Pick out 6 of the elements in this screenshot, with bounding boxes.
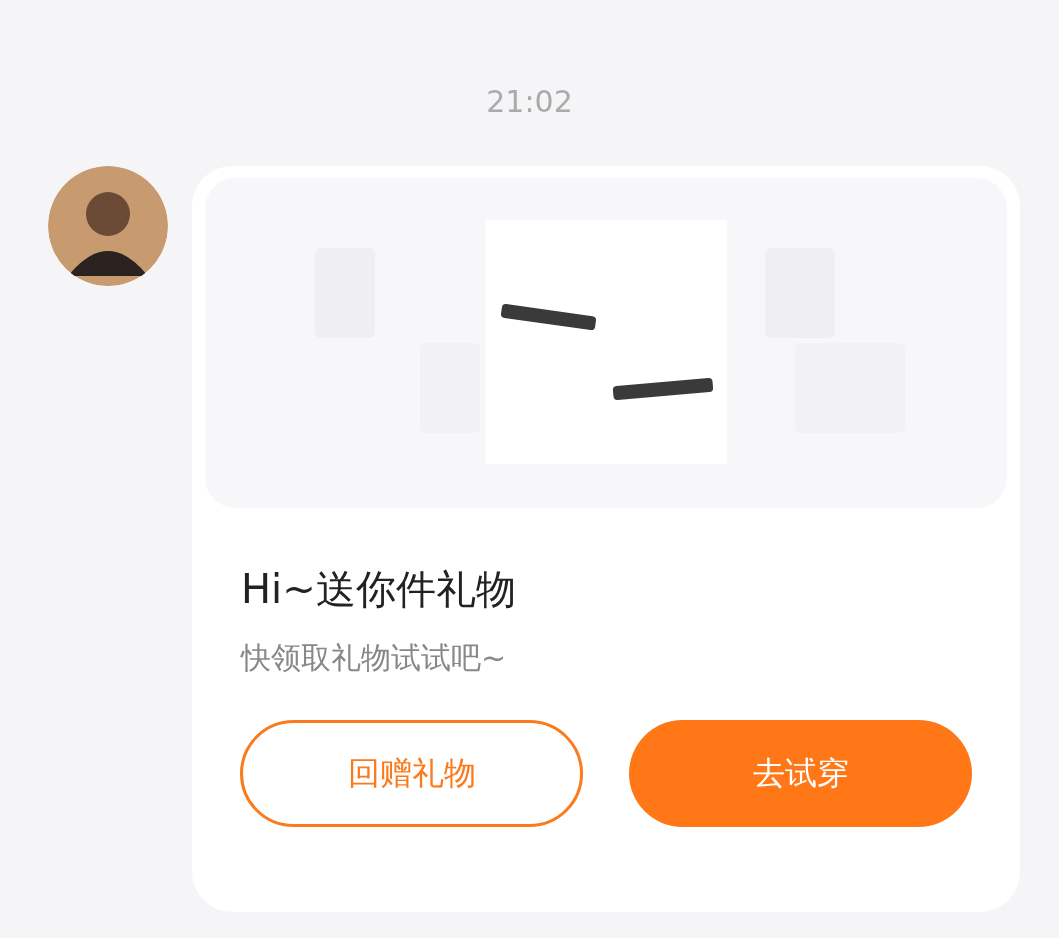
message-subtitle: 快领取礼物试试吧~ — [241, 639, 507, 677]
avatar[interactable] — [48, 166, 168, 286]
message-title: Hi~送你件礼物 — [241, 565, 516, 614]
try-on-button[interactable]: 去试穿 — [629, 720, 972, 827]
return-gift-button[interactable]: 回赠礼物 — [240, 720, 583, 827]
timestamp: 21:02 — [486, 84, 573, 120]
